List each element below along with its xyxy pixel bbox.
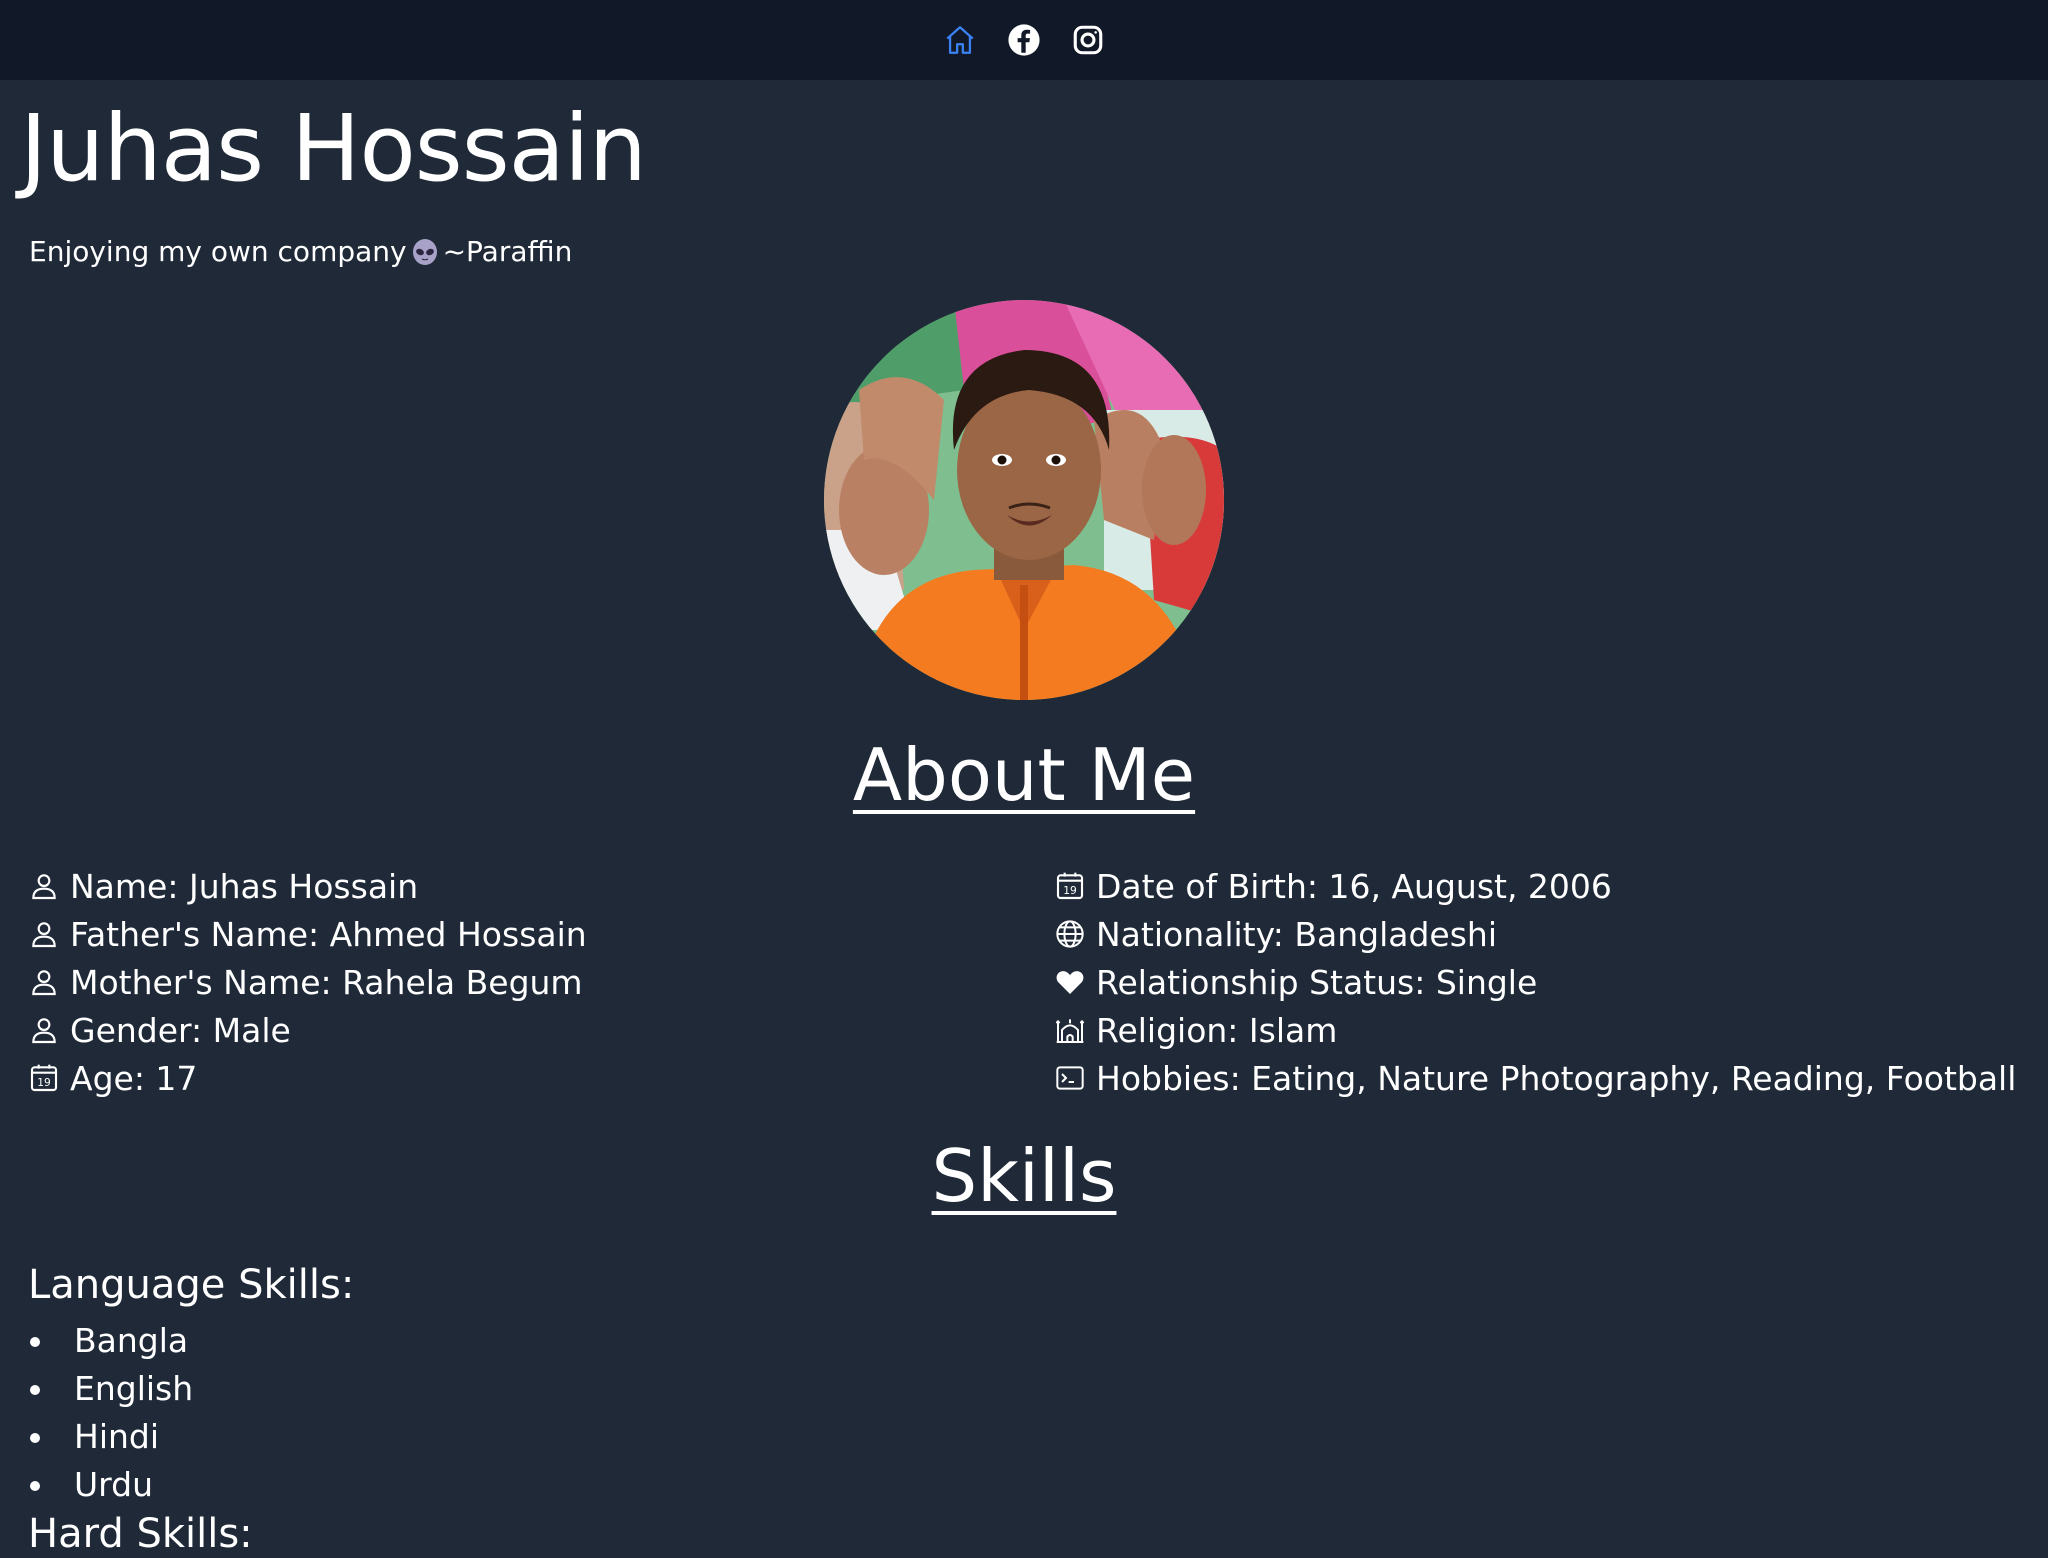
skills-heading: Skills [931, 1134, 1117, 1218]
skill-label: English [74, 1368, 194, 1408]
skill-label: Hindi [74, 1416, 160, 1456]
list-item: English [28, 1364, 193, 1412]
info-row: Father's Name: Ahmed Hossain [28, 910, 587, 958]
info-text: Date of Birth: 16, August, 2006 [1096, 866, 1612, 906]
about-me-heading: About Me [852, 733, 1196, 817]
profile-name: Juhas Hossain [20, 95, 647, 202]
tagline-text: Enjoying my own company [29, 235, 407, 268]
list-item: Hindi [28, 1412, 193, 1460]
language-skills-heading: Language Skills: [28, 1262, 355, 1308]
list-item: Urdu [28, 1460, 193, 1508]
info-text: Relationship Status: Single [1096, 962, 1538, 1002]
top-nav-bar [0, 0, 2048, 80]
calendar-icon: 19 [28, 1062, 60, 1094]
tagline-signature: ~Paraffin [442, 235, 573, 268]
language-skills-list: Bangla English Hindi Urdu [28, 1316, 193, 1508]
info-text: Nationality: Bangladeshi [1096, 914, 1497, 954]
info-row: 19 Date of Birth: 16, August, 2006 [1054, 862, 2016, 910]
personal-info-left: Name: Juhas Hossain Father's Name: Ahmed… [28, 862, 587, 1102]
info-row: Name: Juhas Hossain [28, 862, 587, 910]
bullet [30, 1481, 40, 1491]
info-text: Religion: Islam [1096, 1010, 1338, 1050]
info-text: Age: 17 [70, 1058, 198, 1098]
mosque-icon [1054, 1014, 1086, 1046]
info-row: Hobbies: Eating, Nature Photography, Rea… [1054, 1054, 2016, 1102]
bullet [30, 1433, 40, 1443]
hard-skills-heading: Hard Skills: [28, 1511, 253, 1557]
info-text: Name: Juhas Hossain [70, 866, 419, 906]
alien-face-icon [411, 238, 439, 266]
info-text: Mother's Name: Rahela Begum [70, 962, 583, 1002]
svg-text:19: 19 [37, 1076, 51, 1089]
facebook-icon[interactable] [1004, 20, 1044, 60]
heart-icon [1054, 966, 1086, 998]
info-row: Nationality: Bangladeshi [1054, 910, 2016, 958]
terminal-icon [1054, 1062, 1086, 1094]
home-icon[interactable] [940, 20, 980, 60]
skill-label: Urdu [74, 1464, 154, 1504]
profile-avatar [824, 300, 1224, 700]
person-icon [28, 1014, 60, 1046]
skill-label: Bangla [74, 1320, 189, 1360]
info-row: Gender: Male [28, 1006, 587, 1054]
globe-icon [1054, 918, 1086, 950]
info-text: Hobbies: Eating, Nature Photography, Rea… [1096, 1058, 2017, 1098]
info-row: 19 Age: 17 [28, 1054, 587, 1102]
person-icon [28, 918, 60, 950]
svg-text:19: 19 [1063, 884, 1077, 897]
info-text: Father's Name: Ahmed Hossain [70, 914, 587, 954]
person-icon [28, 870, 60, 902]
bullet [30, 1385, 40, 1395]
list-item: Bangla [28, 1316, 193, 1364]
info-row: Relationship Status: Single [1054, 958, 2016, 1006]
calendar-icon: 19 [1054, 870, 1086, 902]
info-text: Gender: Male [70, 1010, 291, 1050]
info-row: Religion: Islam [1054, 1006, 2016, 1054]
info-row: Mother's Name: Rahela Begum [28, 958, 587, 1006]
personal-info-right: 19 Date of Birth: 16, August, 2006 Natio… [1054, 862, 2016, 1102]
bullet [30, 1337, 40, 1347]
person-icon [28, 966, 60, 998]
profile-tagline: Enjoying my own company ~Paraffin [29, 234, 572, 270]
instagram-icon[interactable] [1068, 20, 1108, 60]
